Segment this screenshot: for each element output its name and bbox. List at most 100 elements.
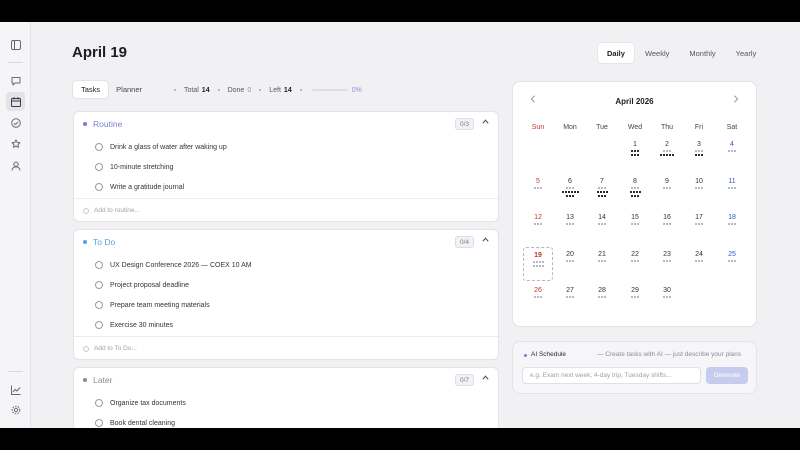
check-circle-icon[interactable] [6, 113, 25, 132]
section-header[interactable]: Routine 0/3 [74, 112, 498, 136]
separator-dot [217, 89, 220, 91]
task-item[interactable]: Prepare team meeting materials [95, 299, 210, 311]
view-daily-button[interactable]: Daily [598, 43, 634, 63]
sidebar-toggle-icon[interactable] [6, 35, 25, 54]
task-checkbox[interactable] [95, 143, 103, 151]
task-item[interactable]: Drink a glass of water after waking up [95, 141, 227, 153]
add-task-input[interactable]: Add to routine... [74, 198, 498, 221]
day-number: 17 [695, 214, 703, 221]
day-number: 22 [631, 250, 639, 258]
day-event-dots [587, 223, 617, 225]
calendar-day[interactable]: 28 [587, 283, 617, 317]
task-item[interactable]: Organize tax documents [95, 397, 186, 409]
user-icon[interactable] [6, 156, 25, 175]
day-number: 7 [600, 177, 604, 185]
calendar-day[interactable]: 20 [555, 247, 585, 281]
view-monthly-button[interactable]: Monthly [680, 43, 724, 63]
chevron-up-icon[interactable] [482, 375, 489, 382]
calendar-day[interactable]: 3 [684, 137, 714, 171]
calendar-day[interactable]: 29 [620, 283, 650, 317]
day-number: 20 [566, 250, 574, 258]
task-checkbox[interactable] [95, 281, 103, 289]
calendar-day[interactable]: 8 [620, 174, 650, 208]
task-item[interactable]: Write a gratitude journal [95, 181, 184, 193]
calendar-month-title: April 2026 [615, 97, 654, 106]
calendar-day[interactable]: 23 [652, 247, 682, 281]
add-task-input[interactable]: Add to To Do... [74, 336, 498, 359]
calendar-day[interactable]: 7 [587, 174, 617, 208]
day-number: 2 [665, 141, 669, 148]
calendar-day[interactable]: 18 [717, 210, 747, 244]
task-item[interactable]: Book dental cleaning [95, 417, 175, 428]
calendar-icon[interactable] [6, 92, 25, 111]
calendar-day[interactable]: 5 [523, 174, 553, 208]
generate-button[interactable]: Generate [706, 367, 748, 384]
task-checkbox[interactable] [95, 419, 103, 427]
task-item[interactable]: Project proposal deadline [95, 279, 189, 291]
calendar-day[interactable]: 12 [523, 210, 553, 244]
day-number: 1 [633, 141, 637, 148]
calendar-day[interactable]: 26 [523, 283, 553, 317]
calendar-day[interactable]: 13 [555, 210, 585, 244]
calendar-day[interactable]: 30 [652, 283, 682, 317]
weekday-label: Mon [563, 124, 577, 131]
day-event-dots [620, 259, 650, 262]
calendar-day[interactable]: 11 [717, 174, 747, 208]
chevron-up-icon[interactable] [482, 119, 489, 126]
calendar-day[interactable]: 14 [587, 210, 617, 244]
calendar-day[interactable]: 15 [620, 210, 650, 244]
task-label: Project proposal deadline [110, 281, 189, 289]
ai-prompt-input[interactable] [522, 367, 701, 384]
section-header[interactable]: To Do 0/4 [74, 230, 498, 254]
calendar-day[interactable]: 1 [620, 137, 650, 171]
calendar-day[interactable]: 10 [684, 174, 714, 208]
day-number: 23 [663, 250, 671, 258]
task-checkbox[interactable] [95, 321, 103, 329]
calendar-day[interactable]: 22 [620, 247, 650, 281]
calendar-day[interactable]: 19 [523, 246, 553, 281]
day-event-dots [523, 296, 553, 298]
section-header[interactable]: Later 0/7 [74, 368, 498, 392]
day-event-dots [587, 296, 617, 298]
calendar-day[interactable]: 6 [555, 174, 585, 208]
calendar-day[interactable]: 9 [652, 174, 682, 208]
task-item[interactable]: Exercise 30 minutes [95, 319, 173, 331]
view-weekly-button[interactable]: Weekly [636, 43, 678, 63]
separator-dot [299, 89, 302, 91]
calendar-day[interactable]: 4 [717, 137, 747, 171]
section-title: To Do [93, 237, 116, 247]
star-icon[interactable] [6, 134, 25, 153]
calendar-day[interactable]: 25 [717, 247, 747, 281]
tab-tasks[interactable]: Tasks [73, 81, 109, 98]
day-event-dots [523, 186, 553, 189]
task-checkbox[interactable] [95, 399, 103, 407]
calendar-day[interactable]: 27 [555, 283, 585, 317]
task-checkbox[interactable] [95, 163, 103, 171]
day-event-dots [684, 259, 714, 262]
view-switch: Daily Weekly Monthly Yearly [598, 43, 765, 63]
calendar-day[interactable]: 17 [684, 210, 714, 244]
task-item[interactable]: 10-minute stretching [95, 161, 173, 173]
calendar-day[interactable]: 21 [587, 247, 617, 281]
chart-icon[interactable] [6, 380, 25, 399]
chevron-right-icon[interactable] [733, 95, 739, 105]
calendar-day[interactable]: 2 [652, 137, 682, 171]
task-checkbox[interactable] [95, 183, 103, 191]
chevron-up-icon[interactable] [482, 237, 489, 244]
tab-planner[interactable]: Planner [108, 81, 150, 98]
day-number: 13 [566, 214, 574, 221]
day-number: 10 [695, 177, 703, 185]
sidebar-divider [8, 371, 23, 372]
day-number: 16 [663, 214, 671, 221]
chat-icon[interactable] [6, 71, 25, 90]
task-item[interactable]: UX Design Conference 2026 — COEX 10 AM [95, 259, 252, 271]
day-number: 26 [534, 287, 542, 294]
view-yearly-button[interactable]: Yearly [727, 43, 766, 63]
settings-icon[interactable] [6, 400, 25, 419]
calendar-day[interactable]: 16 [652, 210, 682, 244]
calendar-day[interactable]: 24 [684, 247, 714, 281]
day-event-dots [684, 150, 714, 156]
section-title: Routine [93, 119, 123, 129]
task-checkbox[interactable] [95, 301, 103, 309]
task-checkbox[interactable] [95, 261, 103, 269]
